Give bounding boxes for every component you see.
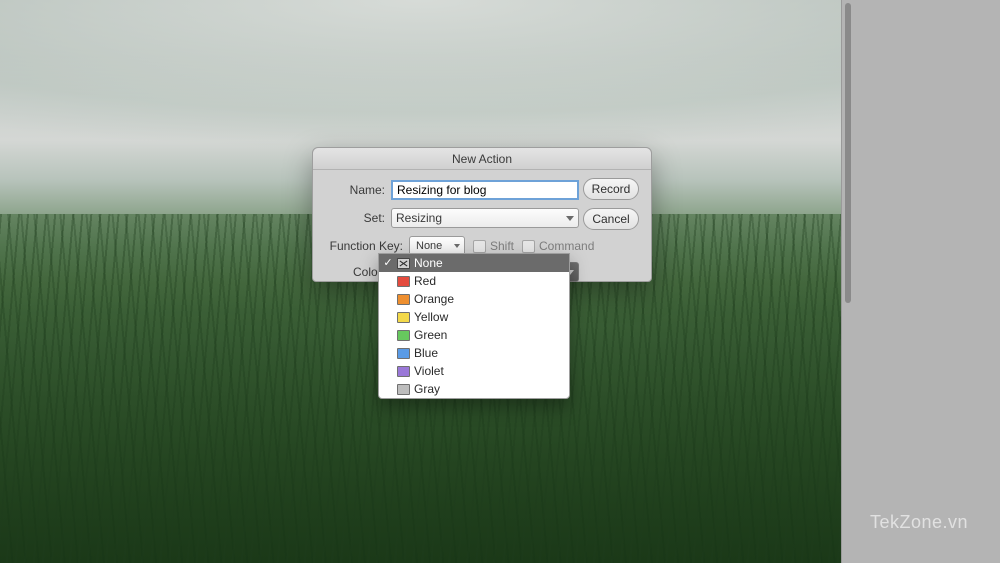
color-option-gray[interactable]: Gray (379, 380, 569, 398)
color-option-label: None (414, 256, 443, 270)
set-label: Set: (325, 211, 391, 225)
color-swatch-icon (397, 258, 410, 269)
color-option-yellow[interactable]: Yellow (379, 308, 569, 326)
color-dropdown-popup[interactable]: ✓ None Red Orange Yellow Green Blue Violet Gray (378, 253, 570, 399)
set-select[interactable]: Resizing (391, 208, 579, 228)
name-label: Name: (325, 183, 391, 197)
color-swatch-icon (397, 348, 410, 359)
color-swatch-icon (397, 276, 410, 287)
shift-checkbox-wrap[interactable]: Shift (473, 239, 514, 253)
watermark-text: TekZone.vn (870, 512, 968, 533)
color-option-label: Violet (414, 364, 444, 378)
color-option-blue[interactable]: Blue (379, 344, 569, 362)
color-option-orange[interactable]: Orange (379, 290, 569, 308)
function-key-label: Function Key: (325, 239, 409, 253)
shift-label: Shift (490, 239, 514, 253)
color-option-label: Green (414, 328, 447, 342)
color-swatch-icon (397, 330, 410, 341)
cancel-button[interactable]: Cancel (583, 208, 639, 230)
command-checkbox-wrap[interactable]: Command (522, 239, 594, 253)
command-label: Command (539, 239, 594, 253)
record-button[interactable]: Record (583, 178, 639, 200)
command-checkbox[interactable] (522, 240, 535, 253)
color-option-none[interactable]: ✓ None (379, 254, 569, 272)
checkmark-icon: ✓ (381, 256, 395, 270)
name-input[interactable] (391, 180, 579, 200)
dialog-title: New Action (313, 148, 651, 170)
color-option-label: Gray (414, 382, 440, 396)
color-option-label: Yellow (414, 310, 448, 324)
right-rail (841, 0, 1000, 563)
color-swatch-icon (397, 312, 410, 323)
color-swatch-icon (397, 294, 410, 305)
chevron-down-icon (454, 244, 460, 248)
chevron-down-icon (566, 216, 574, 221)
scrollbar-thumb[interactable] (845, 3, 851, 303)
color-option-label: Red (414, 274, 436, 288)
color-option-label: Orange (414, 292, 454, 306)
function-key-value: None (416, 240, 442, 252)
color-option-red[interactable]: Red (379, 272, 569, 290)
set-select-value: Resizing (396, 211, 442, 225)
color-option-label: Blue (414, 346, 438, 360)
shift-checkbox[interactable] (473, 240, 486, 253)
color-swatch-icon (397, 384, 410, 395)
color-option-green[interactable]: Green (379, 326, 569, 344)
color-option-violet[interactable]: Violet (379, 362, 569, 380)
app-stage: TekZone.vn New Action Name: Set: Resizin… (0, 0, 1000, 563)
color-swatch-icon (397, 366, 410, 377)
